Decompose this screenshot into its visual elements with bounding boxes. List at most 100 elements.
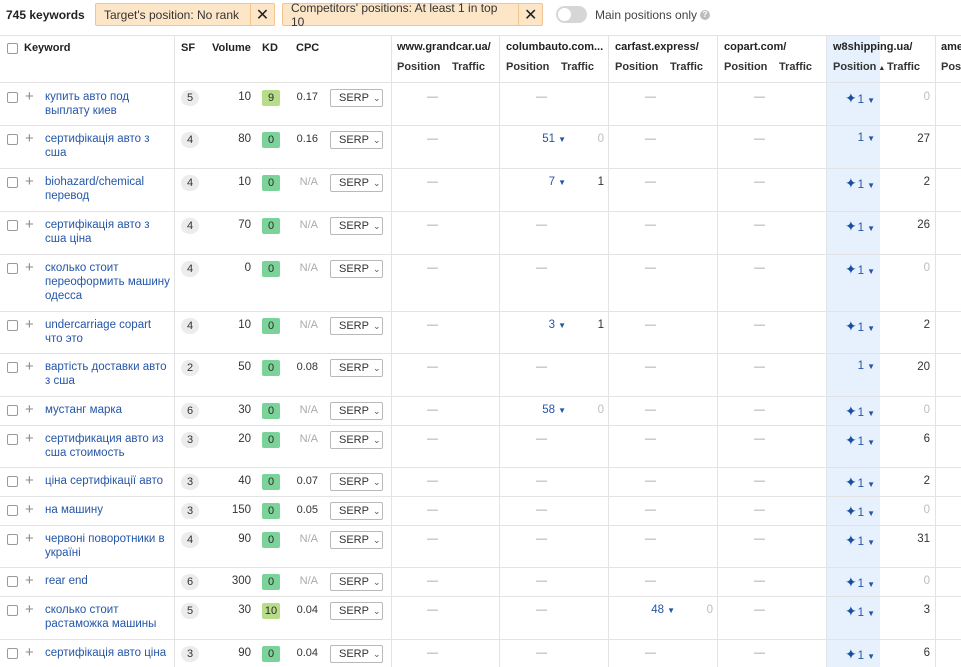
- serp-button[interactable]: SERP ⌄: [330, 402, 383, 420]
- add-keyword-icon[interactable]: +: [25, 473, 34, 488]
- add-keyword-icon[interactable]: +: [25, 174, 34, 189]
- sf-badge[interactable]: 5: [181, 90, 199, 106]
- keyword-link[interactable]: мустанг марка: [45, 403, 171, 417]
- sf-badge[interactable]: 6: [181, 574, 199, 590]
- add-keyword-icon[interactable]: +: [25, 89, 34, 104]
- subheader-traffic[interactable]: Traffic: [779, 61, 812, 73]
- header-site-w8shipping[interactable]: w8shipping.ua/: [833, 41, 912, 53]
- row-checkbox[interactable]: [7, 534, 18, 545]
- subheader-position[interactable]: Position: [506, 61, 549, 73]
- serp-button[interactable]: SERP ⌄: [330, 573, 383, 591]
- position-link[interactable]: 1 ▼: [858, 132, 875, 144]
- keyword-link[interactable]: сколько стоит переоформить машину одесса: [45, 261, 171, 303]
- position-link[interactable]: ✦1 ▼: [845, 261, 875, 278]
- row-checkbox[interactable]: [7, 220, 18, 231]
- position-link[interactable]: ✦1 ▼: [845, 503, 875, 520]
- add-keyword-icon[interactable]: +: [25, 645, 34, 660]
- row-checkbox[interactable]: [7, 648, 18, 659]
- position-link[interactable]: 51 ▼: [542, 133, 566, 145]
- subheader-position[interactable]: Position: [397, 61, 440, 73]
- sf-badge[interactable]: 3: [181, 432, 199, 448]
- keyword-link[interactable]: rear end: [45, 574, 171, 588]
- keyword-link[interactable]: червоні поворотники в україні: [45, 532, 171, 560]
- add-keyword-icon[interactable]: +: [25, 531, 34, 546]
- add-keyword-icon[interactable]: +: [25, 217, 34, 232]
- position-link[interactable]: ✦1 ▼: [845, 318, 875, 335]
- subheader-traffic[interactable]: Traffic: [887, 61, 920, 73]
- serp-button[interactable]: SERP ⌄: [330, 431, 383, 449]
- keyword-link[interactable]: сертифікація авто з сша: [45, 132, 171, 160]
- position-link[interactable]: ✦1 ▼: [845, 532, 875, 549]
- sf-badge[interactable]: 5: [181, 603, 199, 619]
- row-checkbox[interactable]: [7, 505, 18, 516]
- header-site-carfast[interactable]: carfast.express/: [615, 41, 699, 53]
- row-checkbox[interactable]: [7, 476, 18, 487]
- header-site-copart[interactable]: copart.com/: [724, 41, 786, 53]
- select-all-checkbox[interactable]: [7, 43, 18, 54]
- sf-badge[interactable]: 4: [181, 261, 199, 277]
- row-checkbox[interactable]: [7, 134, 18, 145]
- keyword-link[interactable]: сколько стоит растаможка машины: [45, 603, 171, 631]
- row-checkbox[interactable]: [7, 177, 18, 188]
- subheader-position-sorted[interactable]: Position ▲: [833, 61, 887, 73]
- row-checkbox[interactable]: [7, 362, 18, 373]
- serp-button[interactable]: SERP ⌄: [330, 317, 383, 335]
- add-keyword-icon[interactable]: +: [25, 573, 34, 588]
- position-link[interactable]: ✦1 ▼: [845, 175, 875, 192]
- serp-button[interactable]: SERP ⌄: [330, 217, 383, 235]
- header-cpc[interactable]: CPC: [296, 42, 319, 54]
- position-link[interactable]: ✦1 ▼: [845, 603, 875, 620]
- serp-button[interactable]: SERP ⌄: [330, 174, 383, 192]
- serp-button[interactable]: SERP ⌄: [330, 260, 383, 278]
- help-icon[interactable]: ?: [700, 10, 710, 20]
- sf-badge[interactable]: 2: [181, 360, 199, 376]
- position-link[interactable]: ✦1 ▼: [845, 432, 875, 449]
- main-positions-toggle[interactable]: [556, 6, 587, 23]
- row-checkbox[interactable]: [7, 605, 18, 616]
- sf-badge[interactable]: 3: [181, 474, 199, 490]
- sf-badge[interactable]: 3: [181, 646, 199, 662]
- sf-badge[interactable]: 4: [181, 175, 199, 191]
- subheader-position[interactable]: Posi: [941, 61, 961, 73]
- row-checkbox[interactable]: [7, 263, 18, 274]
- add-keyword-icon[interactable]: +: [25, 317, 34, 332]
- sf-badge[interactable]: 4: [181, 318, 199, 334]
- add-keyword-icon[interactable]: +: [25, 431, 34, 446]
- row-checkbox[interactable]: [7, 92, 18, 103]
- serp-button[interactable]: SERP ⌄: [330, 473, 383, 491]
- subheader-position[interactable]: Position: [724, 61, 767, 73]
- subheader-position[interactable]: Position: [615, 61, 658, 73]
- keyword-link[interactable]: сертифікація авто ціна: [45, 646, 171, 660]
- keyword-link[interactable]: сертифікація авто з сша ціна: [45, 218, 171, 246]
- keyword-link[interactable]: biohazard/chemical перевод: [45, 175, 171, 203]
- row-checkbox[interactable]: [7, 576, 18, 587]
- sf-badge[interactable]: 4: [181, 532, 199, 548]
- position-link[interactable]: ✦1 ▼: [845, 574, 875, 591]
- serp-button[interactable]: SERP ⌄: [330, 89, 383, 107]
- position-link[interactable]: 48 ▼: [651, 604, 675, 616]
- filter-chip-target-position[interactable]: Target's position: No rank ✕: [95, 3, 275, 26]
- subheader-traffic[interactable]: Traffic: [670, 61, 703, 73]
- add-keyword-icon[interactable]: +: [25, 260, 34, 275]
- serp-button[interactable]: SERP ⌄: [330, 131, 383, 149]
- header-site-columbauto[interactable]: columbauto.com...: [506, 41, 603, 53]
- sf-badge[interactable]: 6: [181, 403, 199, 419]
- position-link[interactable]: 58 ▼: [542, 404, 566, 416]
- serp-button[interactable]: SERP ⌄: [330, 531, 383, 549]
- close-icon[interactable]: ✕: [250, 4, 274, 25]
- add-keyword-icon[interactable]: +: [25, 359, 34, 374]
- add-keyword-icon[interactable]: +: [25, 402, 34, 417]
- serp-button[interactable]: SERP ⌄: [330, 645, 383, 663]
- add-keyword-icon[interactable]: +: [25, 131, 34, 146]
- subheader-traffic[interactable]: Traffic: [561, 61, 594, 73]
- row-checkbox[interactable]: [7, 320, 18, 331]
- subheader-traffic[interactable]: Traffic: [452, 61, 485, 73]
- row-checkbox[interactable]: [7, 434, 18, 445]
- serp-button[interactable]: SERP ⌄: [330, 359, 383, 377]
- row-checkbox[interactable]: [7, 405, 18, 416]
- position-link[interactable]: ✦1 ▼: [845, 646, 875, 663]
- position-link[interactable]: 3 ▼: [549, 319, 566, 331]
- add-keyword-icon[interactable]: +: [25, 602, 34, 617]
- keyword-link[interactable]: купить авто под выплату киев: [45, 90, 171, 118]
- keyword-link[interactable]: на машину: [45, 503, 171, 517]
